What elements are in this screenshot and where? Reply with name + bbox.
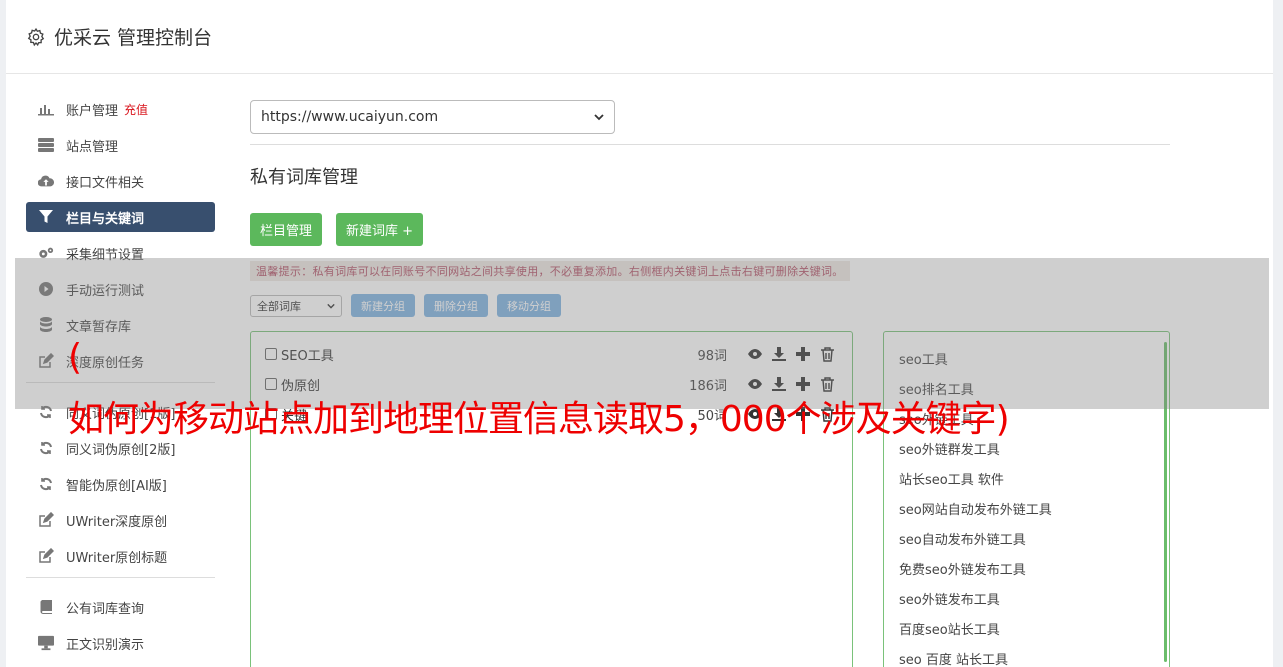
sidebar-item-text-recognition[interactable]: 正文识别演示: [26, 628, 215, 658]
bar-chart-icon: [38, 101, 54, 117]
sidebar-item-columns-keywords[interactable]: 栏目与关键词: [26, 202, 215, 232]
caption-overlay: [15, 258, 1269, 409]
site-select-value: https://www.ucaiyun.com: [261, 109, 439, 125]
list-item[interactable]: 百度seo站长工具: [899, 619, 1000, 638]
filter-icon: [38, 209, 54, 225]
list-item[interactable]: 站长seo工具 软件: [899, 469, 1004, 488]
sidebar-item-label: 栏目与关键词: [66, 211, 145, 227]
action-buttons: 栏目管理 新建词库 +: [250, 213, 1170, 246]
sidebar-item-uwriter-title[interactable]: UWriter原创标题: [26, 541, 215, 571]
gear-icon: [27, 27, 45, 46]
sidebar-item-uwriter-deep[interactable]: UWriter深度原创: [26, 505, 215, 535]
list-item[interactable]: seo外链发布工具: [899, 589, 1000, 608]
chevron-down-icon: [594, 114, 604, 121]
site-select[interactable]: https://www.ucaiyun.com: [250, 100, 615, 134]
sidebar-item-label: 公有词库查询: [66, 601, 145, 617]
refresh-icon: [38, 476, 54, 492]
recharge-link[interactable]: 充值: [124, 101, 148, 118]
edit-icon: [38, 548, 54, 564]
list-item[interactable]: seo外链群发工具: [899, 439, 1000, 458]
sidebar-item-label: UWriter原创标题: [66, 550, 168, 566]
list-item[interactable]: seo 百度 站长工具: [899, 649, 1008, 667]
monitor-icon: [38, 635, 54, 651]
edit-icon: [38, 512, 54, 528]
column-manage-button[interactable]: 栏目管理: [250, 213, 323, 246]
book-icon: [38, 599, 54, 615]
sidebar-item-sites[interactable]: 站点管理: [26, 130, 215, 160]
caption-line-2: 如何为移动站点加到地理位置信息读取5，000个涉及关键字): [68, 399, 1010, 440]
sidebar-item-label: 智能伪原创[AI版]: [66, 478, 167, 494]
sidebar-item-label: 接口文件相关: [66, 175, 145, 191]
sidebar-item-label: 正文识别演示: [66, 637, 145, 653]
main-content: https://www.ucaiyun.com 私有词库管理 栏目管理 新建词库…: [250, 100, 1170, 246]
sidebar-item-label: 站点管理: [66, 139, 119, 155]
new-lexicon-button[interactable]: 新建词库 +: [336, 213, 424, 246]
header: 优采云 管理控制台: [6, 0, 1273, 74]
sidebar-item-label: 账户管理: [66, 103, 119, 119]
refresh-icon: [38, 440, 54, 456]
list-item[interactable]: seo网站自动发布外链工具: [899, 499, 1052, 518]
list-item[interactable]: 免费seo外链发布工具: [899, 559, 1026, 578]
divider: [250, 144, 1170, 145]
sidebar-item-ai-rewrite[interactable]: 智能伪原创[AI版]: [26, 469, 215, 499]
caption-line-1: (: [68, 337, 82, 378]
section-title: 私有词库管理: [250, 167, 358, 188]
sidebar-item-public-lexicon[interactable]: 公有词库查询: [26, 592, 215, 622]
sidebar-item-label: UWriter深度原创: [66, 514, 168, 530]
list-item[interactable]: seo自动发布外链工具: [899, 529, 1026, 548]
sidebar-item-label: 同义词伪原创[2版]: [66, 442, 176, 458]
sidebar-divider: [26, 577, 215, 578]
sidebar-item-account[interactable]: 账户管理 充值: [26, 94, 215, 124]
page-title: 优采云 管理控制台: [54, 27, 213, 49]
server-icon: [38, 137, 54, 153]
cloud-upload-icon: [38, 173, 54, 189]
sidebar-item-interface-files[interactable]: 接口文件相关: [26, 166, 215, 196]
